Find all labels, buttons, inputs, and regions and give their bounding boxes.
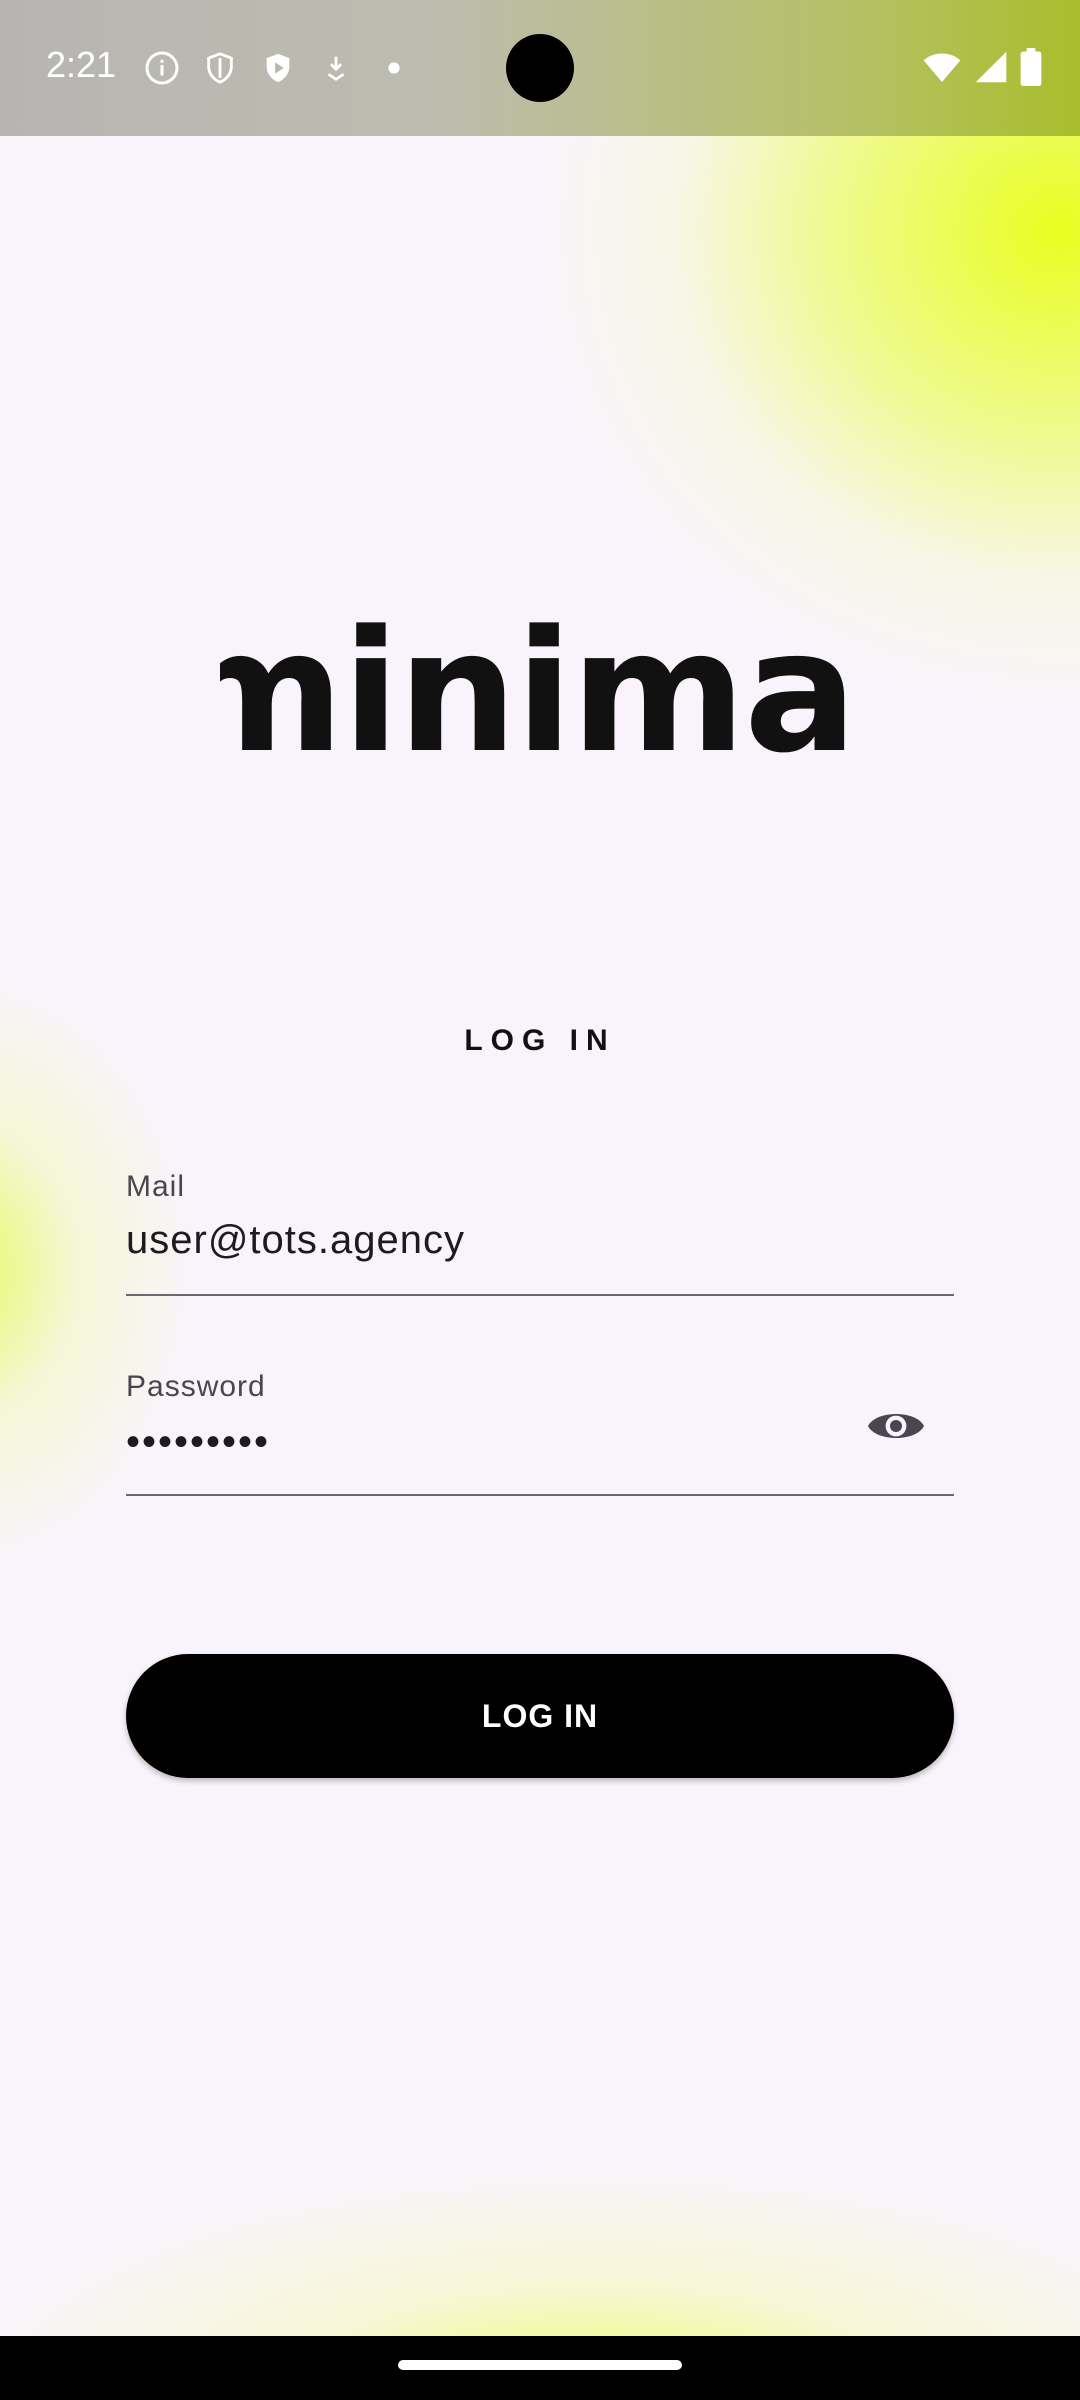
play-protect-icon	[258, 48, 298, 88]
system-icons	[922, 48, 1042, 91]
logo-text: minimal	[220, 600, 860, 780]
shield-icon	[200, 48, 240, 88]
password-field[interactable]: Password •••••••••	[126, 1360, 954, 1496]
password-label: Password	[126, 1370, 266, 1403]
battery-icon	[1020, 48, 1042, 91]
signal-icon	[974, 49, 1008, 90]
mail-field[interactable]: Mail user@tots.agency	[126, 1160, 954, 1296]
eye-icon[interactable]	[866, 1396, 926, 1456]
login-title: LOG IN	[464, 1024, 616, 1057]
camera-cutout	[506, 34, 574, 102]
minimal-logo: minimal	[220, 600, 860, 780]
login-button[interactable]: LOG IN	[126, 1654, 954, 1778]
notification-icons	[142, 48, 414, 88]
navigation-bar	[0, 2336, 1080, 2400]
status-bar: 2:21	[0, 0, 1080, 136]
home-indicator[interactable]	[398, 2360, 682, 2370]
password-input[interactable]: •••••••••	[126, 1420, 270, 1465]
info-icon	[142, 48, 182, 88]
wifi-icon	[922, 49, 962, 90]
mail-label: Mail	[126, 1170, 186, 1203]
dot-icon	[374, 48, 414, 88]
mail-input[interactable]: user@tots.agency	[126, 1218, 465, 1263]
status-time: 2:21	[46, 44, 117, 85]
download-icon	[316, 48, 356, 88]
